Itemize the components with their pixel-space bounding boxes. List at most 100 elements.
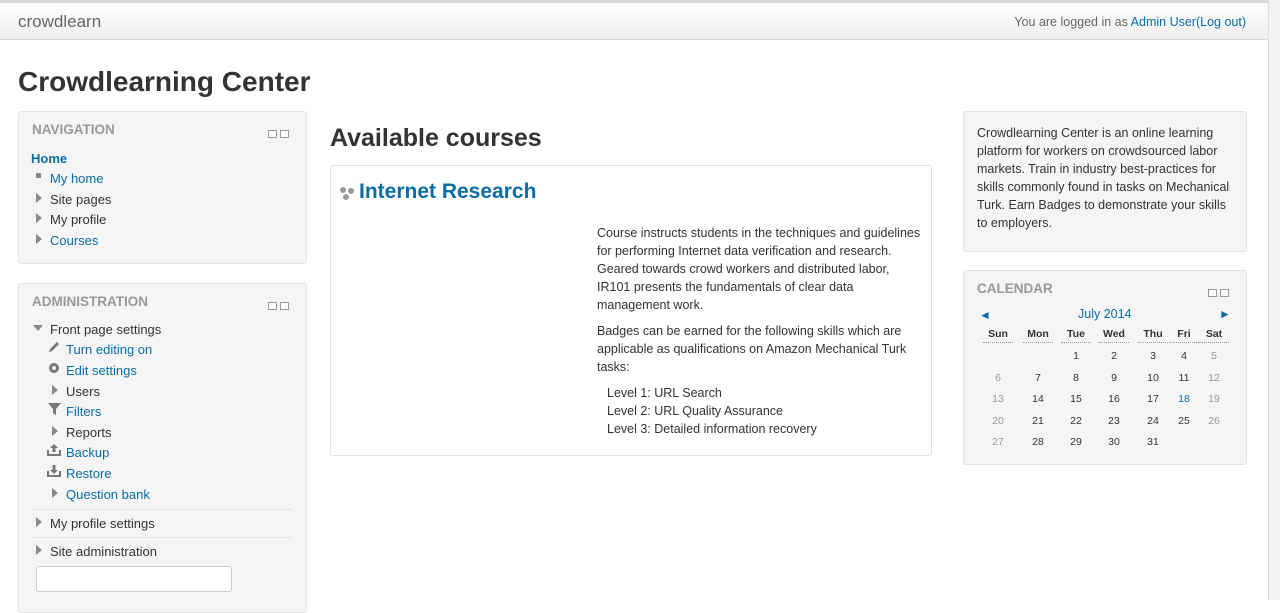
backup-link[interactable]: Backup	[66, 445, 109, 460]
calendar-day[interactable]: 2	[1099, 350, 1129, 362]
pencil-icon	[49, 342, 59, 352]
calendar-day[interactable]: 28	[1023, 436, 1053, 448]
expand-icon[interactable]	[52, 488, 58, 498]
calendar-day[interactable]: 30	[1099, 436, 1129, 448]
calendar-day[interactable]: 19	[1199, 393, 1229, 405]
calendar-day[interactable]: 29	[1061, 436, 1091, 448]
login-prefix: You are logged in as	[1014, 15, 1131, 29]
calendar-month[interactable]: July 2014	[1078, 307, 1132, 321]
expand-icon[interactable]	[52, 385, 58, 395]
nav-courses[interactable]: Courses	[50, 233, 98, 248]
dock-icon[interactable]	[1208, 289, 1217, 297]
turn-editing-on-link[interactable]: Turn editing on	[66, 342, 152, 357]
block-controls[interactable]	[268, 298, 294, 310]
logout-link[interactable]: (Log out)	[1196, 15, 1246, 29]
calendar-weekday: Sat	[1199, 328, 1229, 343]
restore-link[interactable]: Restore	[66, 466, 112, 481]
calendar-day[interactable]: 22	[1061, 415, 1091, 427]
hide-icon[interactable]	[1220, 289, 1229, 297]
hide-icon[interactable]	[280, 130, 289, 138]
question-bank-link[interactable]: Question bank	[66, 487, 150, 502]
user-link[interactable]: Admin User	[1131, 15, 1196, 29]
calendar-day[interactable]: 16	[1099, 393, 1129, 405]
divider	[32, 537, 292, 538]
calendar-day[interactable]: 8	[1061, 372, 1091, 384]
calendar-day[interactable]: 9	[1099, 372, 1129, 384]
edit-settings-link[interactable]: Edit settings	[66, 363, 137, 378]
scrollbar[interactable]	[1268, 0, 1280, 600]
block-controls[interactable]	[268, 126, 294, 138]
badges-intro: Badges can be earned for the following s…	[597, 322, 922, 376]
gear-icon	[49, 363, 59, 373]
reports-item[interactable]: Reports	[66, 425, 112, 440]
divider	[32, 509, 292, 510]
collapse-icon[interactable]	[33, 325, 43, 331]
level-item: Level 1: URL Search	[607, 386, 722, 400]
my-profile-settings[interactable]: My profile settings	[50, 516, 155, 531]
expand-icon[interactable]	[36, 517, 42, 527]
site-administration[interactable]: Site administration	[50, 544, 157, 559]
expand-icon[interactable]	[52, 426, 58, 436]
course-title-link[interactable]: Internet Research	[359, 180, 536, 204]
about-text: Crowdlearning Center is an online learni…	[977, 126, 1230, 230]
calendar-weekday: Thu	[1138, 328, 1168, 343]
bullet-icon	[36, 173, 41, 178]
calendar-weekday: Sun	[983, 328, 1013, 343]
block-controls[interactable]	[1208, 285, 1234, 297]
calendar-day[interactable]: 1	[1061, 350, 1091, 362]
backup-icon	[47, 444, 61, 456]
calendar-day[interactable]: 27	[983, 436, 1013, 448]
admin-search-input[interactable]	[36, 566, 232, 592]
nav-site-pages[interactable]: Site pages	[50, 192, 111, 207]
calendar-day[interactable]: 13	[983, 393, 1013, 405]
course-summary: Course instructs students in the techniq…	[597, 226, 921, 312]
calendar-day[interactable]: 31	[1138, 436, 1168, 448]
calendar-day[interactable]: 10	[1138, 372, 1168, 384]
calendar-day[interactable]: 26	[1199, 415, 1229, 427]
expand-icon[interactable]	[36, 193, 42, 203]
nav-home-link[interactable]: Home	[31, 151, 67, 166]
calendar-day[interactable]: 24	[1138, 415, 1168, 427]
administration-title: ADMINISTRATION	[32, 294, 148, 309]
calendar-day[interactable]: 7	[1023, 372, 1053, 384]
calendar-weekday: Mon	[1023, 328, 1053, 343]
calendar-day[interactable]: 12	[1199, 372, 1229, 384]
users-item[interactable]: Users	[66, 384, 100, 399]
calendar-weekday: Wed	[1099, 328, 1129, 343]
navigation-title: NAVIGATION	[32, 122, 115, 137]
expand-icon[interactable]	[36, 234, 42, 244]
hide-icon[interactable]	[280, 302, 289, 310]
course-icon	[340, 187, 354, 200]
calendar-day[interactable]: 3	[1138, 350, 1168, 362]
brand-link[interactable]: crowdlearn	[18, 12, 101, 32]
calendar-day[interactable]: 15	[1061, 393, 1091, 405]
dock-icon[interactable]	[268, 302, 277, 310]
level-item: Level 2: URL Quality Assurance	[607, 404, 784, 418]
calendar-day[interactable]: 14	[1023, 393, 1053, 405]
calendar-day[interactable]: 11	[1169, 372, 1199, 384]
expand-icon[interactable]	[36, 545, 42, 555]
prev-month-arrow[interactable]: ◄	[979, 308, 991, 322]
calendar-day[interactable]: 23	[1099, 415, 1129, 427]
front-page-settings[interactable]: Front page settings	[50, 322, 161, 337]
top-navbar: crowdlearn You are logged in as Admin Us…	[0, 0, 1268, 40]
calendar-title: CALENDAR	[977, 281, 1053, 296]
calendar-day[interactable]: 20	[983, 415, 1013, 427]
nav-my-home[interactable]: My home	[50, 171, 103, 186]
calendar-day[interactable]: 21	[1023, 415, 1053, 427]
login-info: You are logged in as Admin User(Log out)	[1014, 15, 1246, 29]
page-title: Crowdlearning Center	[18, 66, 311, 97]
calendar-day[interactable]: 17	[1138, 393, 1168, 405]
nav-my-profile[interactable]: My profile	[50, 212, 106, 227]
restore-icon	[47, 465, 61, 477]
next-month-arrow[interactable]: ►	[1219, 307, 1231, 321]
calendar-day[interactable]: 4	[1169, 350, 1199, 362]
filters-link[interactable]: Filters	[66, 404, 101, 419]
calendar-day-today[interactable]: 18	[1169, 393, 1199, 405]
calendar-day[interactable]: 5	[1199, 350, 1229, 362]
dock-icon[interactable]	[268, 130, 277, 138]
calendar-day[interactable]: 25	[1169, 415, 1199, 427]
expand-icon[interactable]	[36, 213, 42, 223]
calendar-day[interactable]: 6	[983, 372, 1013, 384]
course-description: Course instructs students in the techniq…	[597, 224, 922, 314]
